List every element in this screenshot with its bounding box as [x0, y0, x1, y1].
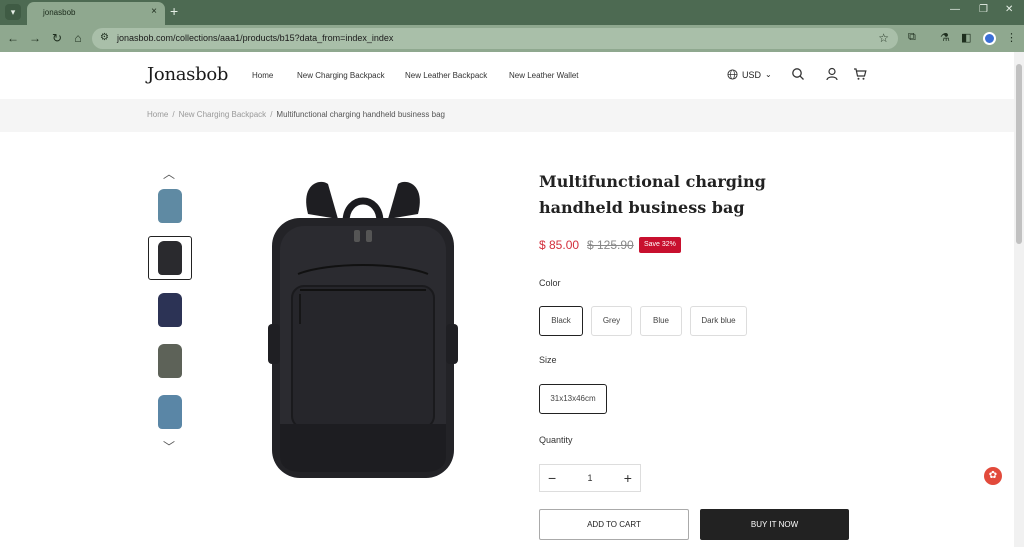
profile-avatar-icon[interactable] — [983, 32, 996, 45]
cart-icon[interactable] — [853, 67, 867, 81]
save-badge: Save 32% — [639, 237, 681, 253]
breadcrumb-collection[interactable]: New Charging Backpack — [179, 110, 267, 119]
currency-label: USD — [742, 69, 762, 80]
thumbnail[interactable] — [148, 288, 192, 332]
tab-search-icon[interactable]: ▾ — [5, 4, 21, 20]
thumbnail-image — [158, 293, 182, 327]
nav-link-leather-backpack[interactable]: New Leather Backpack — [405, 71, 487, 80]
thumbs-up-arrow-icon[interactable]: ︿ — [163, 165, 175, 182]
globe-icon — [727, 69, 738, 80]
breadcrumb-separator: / — [270, 110, 273, 119]
chevron-down-icon: ⌄ — [765, 70, 772, 79]
account-icon[interactable] — [825, 67, 839, 81]
decrease-quantity-button[interactable]: − — [548, 470, 556, 486]
site-header: Jonasbob Home New Charging Backpack New … — [0, 52, 1014, 99]
reload-icon[interactable]: ↻ — [50, 31, 64, 45]
color-option-blue[interactable]: Blue — [640, 306, 682, 336]
thumbnail[interactable] — [148, 390, 192, 434]
browser-tab[interactable]: jonasbob × — [27, 2, 165, 25]
browser-tabstrip: ▾ jonasbob × + — ❐ ✕ — [0, 0, 1024, 25]
labs-icon[interactable]: ⚗ — [940, 31, 950, 44]
add-to-cart-button[interactable]: ADD TO CART — [539, 509, 689, 540]
search-icon[interactable] — [791, 67, 805, 81]
product-price: $ 85.00 — [539, 238, 580, 252]
thumbs-down-arrow-icon[interactable]: ﹀ — [163, 438, 175, 455]
thumbnail-image — [158, 344, 182, 378]
breadcrumb-home[interactable]: Home — [147, 110, 168, 119]
quantity-stepper: − 1 + — [539, 464, 641, 492]
color-option-grey[interactable]: Grey — [591, 306, 632, 336]
forward-icon[interactable]: → — [28, 31, 42, 45]
color-option-black[interactable]: Black — [539, 306, 583, 336]
size-label: Size — [539, 355, 557, 365]
url-text[interactable]: jonasbob.com/collections/aaa1/products/b… — [117, 33, 393, 43]
nav-link-charging-backpack[interactable]: New Charging Backpack — [297, 71, 385, 80]
web-page: Jonasbob Home New Charging Backpack New … — [0, 52, 1014, 547]
site-logo[interactable]: Jonasbob — [147, 64, 228, 85]
extensions-icon[interactable]: ⧉ — [908, 31, 916, 44]
menu-kebab-icon[interactable]: ⋮ — [1006, 31, 1017, 44]
currency-selector[interactable]: USD ⌄ — [727, 69, 772, 80]
breadcrumb-bar: Home / New Charging Backpack / Multifunc… — [0, 99, 1014, 132]
increase-quantity-button[interactable]: + — [624, 470, 632, 486]
thumbnail-image — [158, 189, 182, 223]
thumbnail-image — [158, 241, 182, 275]
restore-icon[interactable]: ❐ — [979, 4, 988, 15]
breadcrumb: Home / New Charging Backpack / Multifunc… — [147, 110, 445, 119]
color-option-dark-blue[interactable]: Dark blue — [690, 306, 747, 336]
compare-at-price: $ 125.90 — [587, 238, 634, 252]
tab-close-icon[interactable]: × — [151, 6, 157, 17]
site-info-icon[interactable]: ⚙ — [100, 32, 109, 43]
minimize-icon[interactable]: — — [950, 4, 960, 15]
breadcrumb-current: Multifunctional charging handheld busine… — [276, 110, 445, 119]
tab-title: jonasbob — [43, 8, 76, 17]
window-close-icon[interactable]: ✕ — [1005, 4, 1013, 15]
scrollbar-thumb[interactable] — [1016, 64, 1022, 244]
floating-widget-icon[interactable]: ✿ — [984, 467, 1002, 485]
new-tab-icon[interactable]: + — [170, 3, 178, 19]
thumbnail-active[interactable] — [148, 236, 192, 280]
quantity-label: Quantity — [539, 435, 573, 445]
size-option[interactable]: 31x13x46cm — [539, 384, 607, 414]
address-bar[interactable]: ⚙ jonasbob.com/collections/aaa1/products… — [92, 28, 898, 49]
bookmark-star-icon[interactable]: ☆ — [878, 31, 889, 45]
quantity-value[interactable]: 1 — [587, 473, 592, 483]
thumbnail[interactable] — [148, 184, 192, 228]
thumbnail[interactable] — [148, 339, 192, 383]
home-icon[interactable]: ⌂ — [71, 31, 85, 45]
nav-link-leather-wallet[interactable]: New Leather Wallet — [509, 71, 579, 80]
back-icon[interactable]: ← — [6, 31, 20, 45]
product-title: Multifunctional charging handheld busine… — [539, 172, 766, 217]
main-product-image[interactable] — [258, 174, 468, 484]
browser-toolbar: ← → ↻ ⌂ ⚙ jonasbob.com/collections/aaa1/… — [0, 25, 1024, 52]
color-label: Color — [539, 278, 561, 288]
page-scrollbar[interactable] — [1014, 52, 1024, 547]
side-panel-icon[interactable]: ◧ — [961, 31, 971, 44]
nav-link-home[interactable]: Home — [252, 71, 273, 80]
buy-it-now-button[interactable]: BUY IT NOW — [700, 509, 849, 540]
thumbnail-image — [158, 395, 182, 429]
breadcrumb-separator: / — [172, 110, 175, 119]
